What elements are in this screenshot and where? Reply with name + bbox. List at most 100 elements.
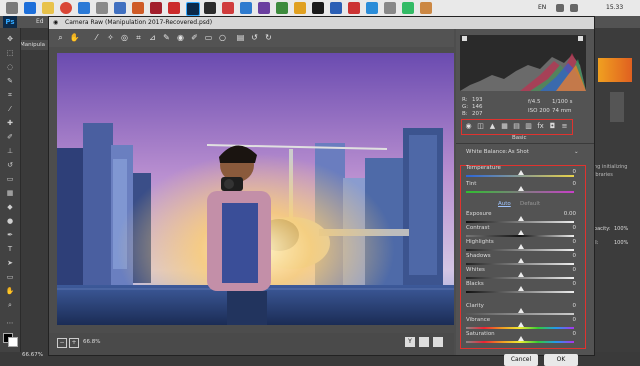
vibrance-thumb[interactable] bbox=[518, 322, 524, 327]
blacks-thumb[interactable] bbox=[518, 286, 524, 291]
hsl-icon[interactable]: ▦ bbox=[500, 122, 509, 131]
saturation-value[interactable]: 0 bbox=[573, 331, 577, 337]
quick-select-icon[interactable]: ✎ bbox=[4, 76, 16, 86]
clock[interactable]: 15.33 bbox=[606, 4, 623, 11]
presets-icon[interactable]: ≡ bbox=[560, 122, 569, 131]
zoom-tool-icon[interactable]: ⌕ bbox=[4, 300, 16, 310]
temperature-slider[interactable] bbox=[466, 175, 574, 177]
stamp-tool-icon[interactable]: ⊥ bbox=[4, 146, 16, 156]
powerpoint-icon[interactable] bbox=[132, 2, 144, 14]
color-panel-swatch[interactable] bbox=[598, 58, 632, 82]
clarity-value[interactable]: 0 bbox=[573, 303, 577, 309]
effects-icon[interactable]: fx bbox=[536, 122, 545, 131]
default-link[interactable]: Default bbox=[520, 201, 540, 207]
app-icon-13[interactable] bbox=[402, 2, 414, 14]
lasso-tool-icon[interactable]: ◌ bbox=[4, 62, 16, 72]
white-balance-select[interactable]: As Shot bbox=[508, 149, 529, 155]
contrast-slider[interactable] bbox=[466, 235, 574, 237]
auto-link[interactable]: Auto bbox=[498, 201, 511, 207]
app-icon-8[interactable] bbox=[312, 2, 324, 14]
store-icon[interactable] bbox=[78, 2, 90, 14]
tint-thumb[interactable] bbox=[518, 186, 524, 191]
media-icon[interactable] bbox=[168, 2, 180, 14]
cancel-button[interactable]: Cancel bbox=[504, 354, 538, 366]
vibrance-slider[interactable] bbox=[466, 327, 574, 329]
photoshop-taskbar-icon[interactable] bbox=[186, 2, 200, 16]
highlights-thumb[interactable] bbox=[518, 244, 524, 249]
contrast-thumb[interactable] bbox=[518, 230, 524, 235]
more-tools-icon[interactable]: ⋯ bbox=[4, 318, 16, 328]
gradient-icon[interactable]: ▦ bbox=[4, 188, 16, 198]
red-eye-icon[interactable]: ◉ bbox=[175, 32, 186, 43]
app-icon-9[interactable] bbox=[330, 2, 342, 14]
rotate-ccw-icon[interactable]: ↺ bbox=[249, 32, 260, 43]
app-icon-2[interactable] bbox=[204, 2, 216, 14]
hand-icon[interactable]: ✋ bbox=[69, 32, 80, 43]
saturation-slider[interactable] bbox=[466, 341, 574, 343]
spot-removal-icon[interactable]: ✎ bbox=[161, 32, 172, 43]
marquee-tool-icon[interactable]: ⬚ bbox=[4, 48, 16, 58]
ok-button[interactable]: OK bbox=[544, 354, 578, 366]
rotate-cw-icon[interactable]: ↻ bbox=[263, 32, 274, 43]
windows-start-icon[interactable] bbox=[6, 2, 18, 14]
tint-slider[interactable] bbox=[466, 191, 574, 193]
graduated-filter-icon[interactable]: ▭ bbox=[203, 32, 214, 43]
highlight-clip-icon[interactable] bbox=[578, 36, 583, 41]
targeted-adjust-icon[interactable]: ◎ bbox=[119, 32, 130, 43]
app-icon-5[interactable] bbox=[258, 2, 270, 14]
preferences-icon[interactable]: ▤ bbox=[235, 32, 246, 43]
document-tab[interactable]: Manipula bbox=[20, 40, 48, 50]
eraser-icon[interactable]: ▭ bbox=[4, 174, 16, 184]
shadows-slider[interactable] bbox=[466, 263, 574, 265]
tone-curve-icon[interactable]: ◫ bbox=[476, 122, 485, 131]
zoom-in-icon[interactable]: + bbox=[69, 338, 79, 348]
shadow-clip-icon[interactable] bbox=[462, 36, 467, 41]
saturation-thumb[interactable] bbox=[518, 336, 524, 341]
lens-icon[interactable]: ▥ bbox=[524, 122, 533, 131]
eyedropper-icon[interactable]: ⁄ bbox=[4, 104, 16, 114]
app-icon-10[interactable] bbox=[348, 2, 360, 14]
edge-icon[interactable] bbox=[24, 2, 36, 14]
volume-icon[interactable] bbox=[570, 4, 578, 12]
fill-value[interactable]: 100% bbox=[614, 240, 628, 246]
zoom-out-icon[interactable]: − bbox=[57, 338, 67, 348]
crop-tool-icon[interactable]: ⌗ bbox=[4, 90, 16, 100]
app-icon[interactable] bbox=[96, 2, 108, 14]
color-sampler-icon[interactable]: ✧ bbox=[105, 32, 116, 43]
app-icon-12[interactable] bbox=[384, 2, 396, 14]
app-icon-14[interactable] bbox=[420, 2, 432, 14]
app-icon-7[interactable] bbox=[294, 2, 306, 14]
contrast-value[interactable]: 0 bbox=[573, 225, 577, 231]
straighten-icon[interactable]: ⊿ bbox=[147, 32, 158, 43]
move-tool-icon[interactable]: ✥ bbox=[4, 34, 16, 44]
crop-icon[interactable]: ⌗ bbox=[133, 32, 144, 43]
zoom-icon[interactable]: ⌕ bbox=[55, 32, 66, 43]
dodge-tool-icon[interactable]: ● bbox=[4, 216, 16, 226]
compare-icon[interactable] bbox=[419, 337, 429, 347]
clarity-slider[interactable] bbox=[466, 313, 574, 315]
tint-value[interactable]: 0 bbox=[573, 181, 577, 187]
highlights-slider[interactable] bbox=[466, 249, 574, 251]
background-color-swatch[interactable] bbox=[8, 337, 18, 347]
whites-slider[interactable] bbox=[466, 277, 574, 279]
vibrance-value[interactable]: 0 bbox=[573, 317, 577, 323]
acrobat-icon[interactable] bbox=[150, 2, 162, 14]
network-icon[interactable] bbox=[556, 4, 564, 12]
app-icon-4[interactable] bbox=[240, 2, 252, 14]
clarity-thumb[interactable] bbox=[518, 308, 524, 313]
shadows-thumb[interactable] bbox=[518, 258, 524, 263]
before-after-y-toggle[interactable]: Y bbox=[405, 337, 415, 347]
path-select-icon[interactable]: ➤ bbox=[4, 258, 16, 268]
word-icon[interactable] bbox=[114, 2, 126, 14]
image-preview[interactable] bbox=[57, 53, 454, 325]
type-tool-icon[interactable]: T bbox=[4, 244, 16, 254]
temperature-thumb[interactable] bbox=[518, 170, 524, 175]
split-toning-icon[interactable]: ▤ bbox=[512, 122, 521, 131]
adjustment-brush-icon[interactable]: ✐ bbox=[189, 32, 200, 43]
exposure-value[interactable]: 0.00 bbox=[564, 211, 576, 217]
chrome-icon[interactable] bbox=[60, 2, 72, 14]
pen-tool-icon[interactable]: ✒ bbox=[4, 230, 16, 240]
white-balance-icon[interactable]: ⁄ bbox=[91, 32, 102, 43]
whites-thumb[interactable] bbox=[518, 272, 524, 277]
blur-tool-icon[interactable]: ◆ bbox=[4, 202, 16, 212]
